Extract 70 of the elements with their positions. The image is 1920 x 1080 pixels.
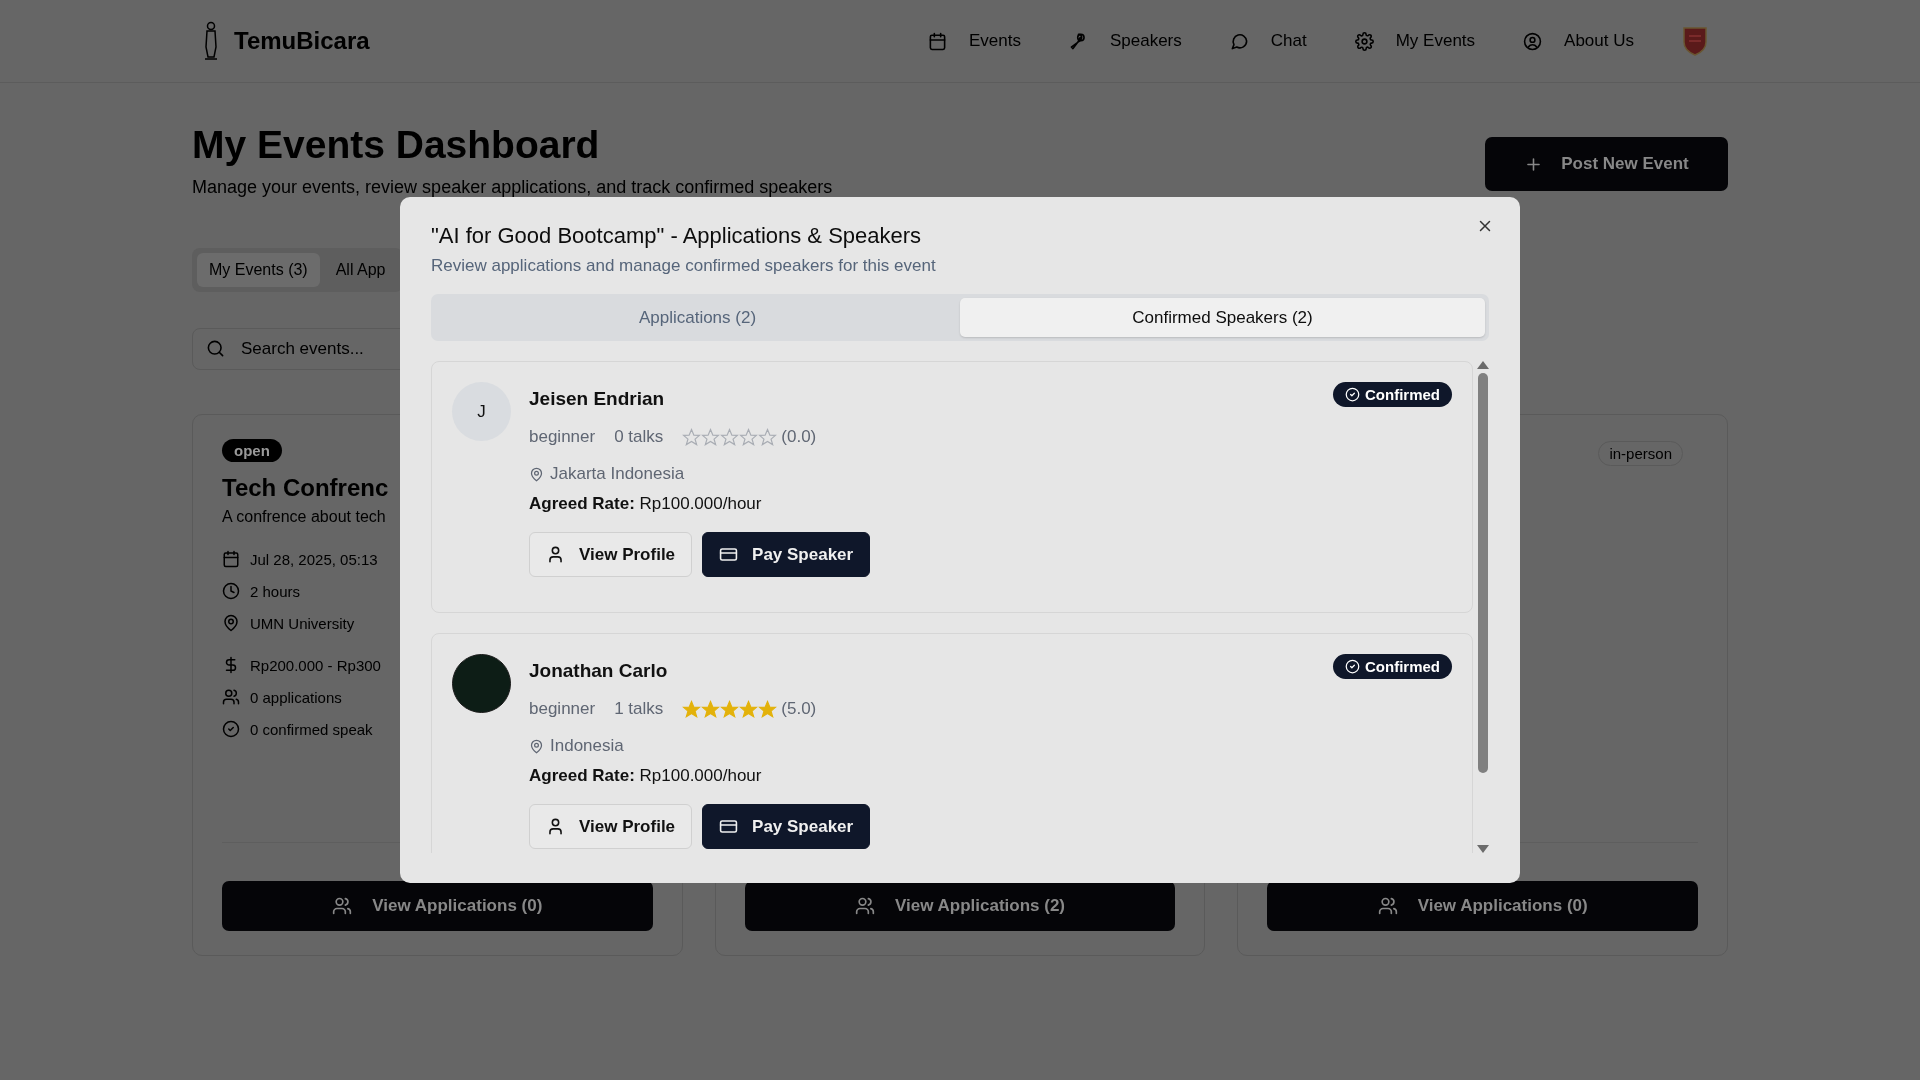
talk-count: 0 talks	[614, 427, 664, 447]
view-profile-button[interactable]: View Profile	[529, 532, 693, 577]
user-icon	[546, 545, 565, 564]
map-pin-icon	[222, 614, 240, 632]
pay-speaker-button[interactable]: Pay Speaker	[702, 804, 871, 849]
calendar-icon	[222, 550, 240, 568]
search-icon	[206, 339, 225, 358]
speaker-location: Indonesia	[550, 736, 624, 756]
view-applications-button[interactable]: View Applications (2)	[744, 881, 1176, 931]
filter-tab[interactable]: My Events (3)	[197, 253, 320, 287]
status-label: Confirmed	[1365, 386, 1440, 403]
talk-count: 1 talks	[614, 699, 664, 719]
page-subtitle: Manage your events, review speaker applications, and track confirmed speakers	[192, 177, 833, 198]
view-applications-button[interactable]: View Applications (0)	[222, 881, 653, 931]
chat-icon	[1229, 31, 1249, 51]
calendar-icon	[927, 31, 947, 51]
map-pin-icon	[529, 738, 544, 754]
event-detail: UMN University	[250, 614, 355, 632]
nav-link[interactable]: Speakers	[1068, 31, 1182, 51]
experience-level: beginner	[529, 699, 596, 719]
rating-value: (0.0)	[781, 427, 817, 447]
users-icon	[332, 896, 353, 916]
view-applications-button[interactable]: View Applications (0)	[1267, 881, 1698, 931]
status-label: Confirmed	[1365, 658, 1440, 675]
credit-card-icon	[719, 545, 739, 564]
agreed-rate: Agreed Rate: Rp100.000/hour	[529, 766, 762, 786]
speaker-location: Jakarta Indonesia	[550, 464, 685, 484]
page-title: My Events Dashboard	[192, 123, 600, 167]
modal-title: "AI for Good Bootcamp" - Applications & Speakers	[431, 223, 923, 249]
rating-value: (5.0)	[781, 699, 817, 719]
experience-level: beginner	[529, 427, 596, 447]
nav-link[interactable]: Events	[927, 31, 1021, 51]
users-icon	[1377, 896, 1398, 916]
event-detail: Rp200.000 - Rp300	[250, 656, 381, 674]
map-pin-icon	[529, 466, 544, 482]
filter-tab[interactable]: All App	[323, 253, 398, 287]
clock-icon	[222, 582, 240, 600]
users-icon	[222, 688, 240, 706]
speaker-name: Jeisen Endrian	[529, 388, 665, 410]
brand-name[interactable]: TemuBicara	[234, 27, 370, 55]
user-icon	[546, 817, 565, 836]
avatar-initial: J	[452, 382, 511, 441]
event-detail: 2 hours	[250, 582, 301, 600]
modal-subtitle: Review applications and manage confirmed speakers for this event	[431, 256, 937, 276]
user-circle-icon	[1523, 31, 1543, 51]
event-description: A confrence about tech	[222, 508, 386, 526]
pay-speaker-button[interactable]: Pay Speaker	[702, 532, 871, 577]
event-detail: 0 confirmed speak	[250, 720, 373, 738]
scrollbar[interactable]	[1477, 361, 1489, 853]
settings-icon	[1354, 31, 1374, 51]
users-icon	[854, 896, 875, 916]
agreed-rate: Agreed Rate: Rp100.000/hour	[529, 494, 762, 514]
nav-link[interactable]: Chat	[1229, 31, 1307, 51]
nav-link[interactable]: About Us	[1523, 31, 1634, 51]
status-badge: open	[222, 439, 282, 462]
credit-card-icon	[719, 817, 739, 836]
modal-tab[interactable]: Confirmed Speakers (2)	[960, 298, 1485, 337]
nav-link[interactable]: My Events	[1354, 31, 1476, 51]
post-new-event-button[interactable]: Post New Event	[1485, 137, 1728, 191]
event-title: Tech Confrenc	[222, 474, 389, 502]
shield-avatar-icon[interactable]	[1682, 26, 1708, 56]
view-profile-button[interactable]: View Profile	[529, 804, 693, 849]
speaker-name: Jonathan Carlo	[529, 660, 668, 682]
check-circle-icon	[1345, 659, 1360, 674]
check-circle-icon	[222, 720, 240, 738]
microphone-icon	[1068, 31, 1088, 51]
event-detail: Jul 28, 2025, 05:13	[250, 550, 378, 568]
event-detail: 0 applications	[250, 688, 342, 706]
check-circle-icon	[1345, 387, 1360, 402]
modal-tab[interactable]: Applications (2)	[435, 298, 960, 337]
